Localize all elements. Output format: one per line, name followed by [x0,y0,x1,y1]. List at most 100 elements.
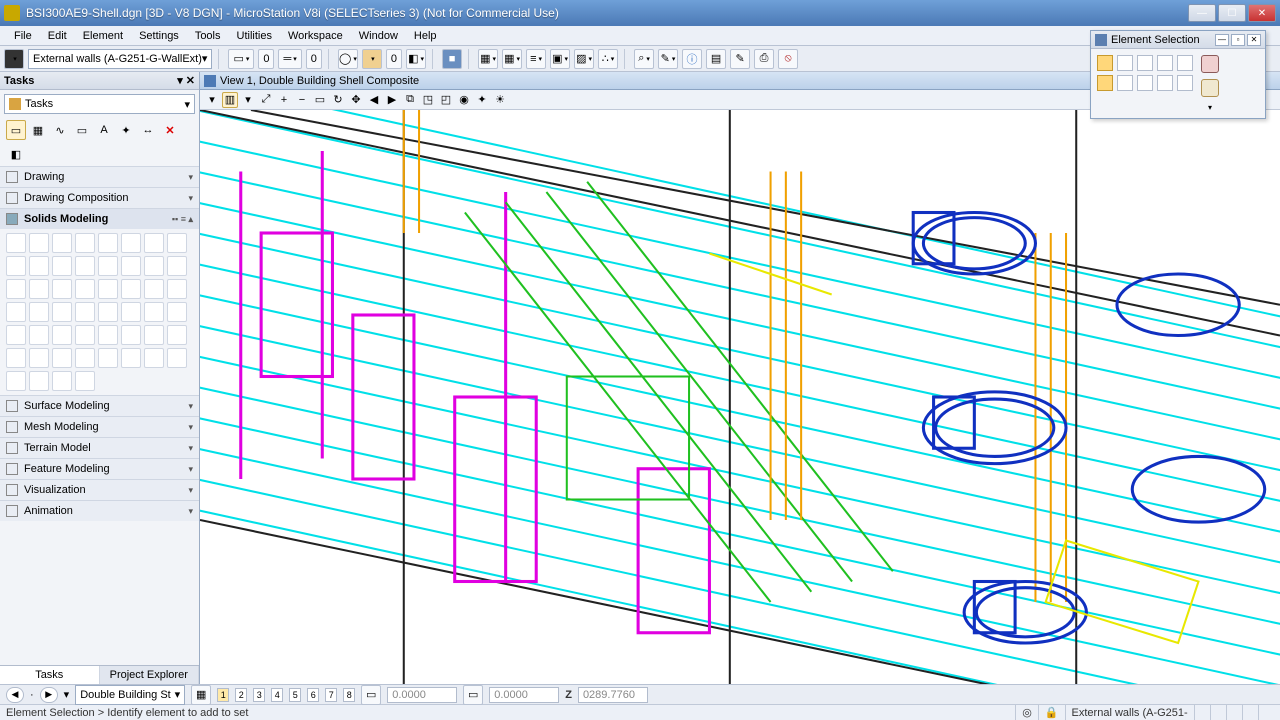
solid-tool-25[interactable] [6,302,26,322]
sel-expand-icon[interactable]: ▾ [1208,103,1212,112]
solid-tool-32[interactable] [167,302,187,322]
solid-tool-12[interactable] [75,256,95,276]
solid-tool-26[interactable] [29,302,49,322]
priority-value[interactable]: 0 [386,49,402,69]
raster-dd[interactable]: ▨ [574,49,594,69]
solid-tool-31[interactable] [144,302,164,322]
solid-tool-6[interactable] [121,233,141,253]
cat-animation[interactable]: Animation▾ [0,501,199,521]
solid-tool-37[interactable] [98,325,118,345]
view-1-button[interactable]: 1 [217,688,229,702]
solid-tool-34[interactable] [29,325,49,345]
print-icon[interactable]: ⎙ [754,49,774,69]
solid-tool-45[interactable] [98,348,118,368]
transparency-dd[interactable]: ◧ [406,49,426,69]
solid-tool-4[interactable] [75,233,95,253]
nav-back-button[interactable]: ◀ [6,687,24,703]
pointcloud-dd[interactable]: ∴ [598,49,618,69]
element-selection-panel[interactable]: Element Selection — ▫ ✕ ▾ [1090,30,1266,119]
place-block-tool[interactable]: ▭ [72,120,92,140]
move-tool[interactable]: ↔ [138,120,158,140]
sel-method-clear[interactable] [1177,75,1193,91]
solid-tool-30[interactable] [121,302,141,322]
solid-tool-48[interactable] [167,348,187,368]
menu-edit[interactable]: Edit [40,28,75,44]
view-previous-icon[interactable]: ◀ [366,92,382,108]
linestyle-dd[interactable]: ▭ [228,49,254,69]
level-combo[interactable]: External walls (A-G251-G-WallExt) ▾ [28,49,212,69]
solid-tool-11[interactable] [52,256,72,276]
solid-tool-42[interactable] [29,348,49,368]
menu-help[interactable]: Help [406,28,445,44]
priority-dd[interactable] [362,49,382,69]
solid-tool-5[interactable] [98,233,118,253]
rotate-view-icon[interactable]: ↻ [330,92,346,108]
solid-tool-46[interactable] [121,348,141,368]
status-snap-icon[interactable]: ◎ [1015,705,1038,720]
solid-tool-8[interactable] [167,233,187,253]
solid-tool-41[interactable] [6,348,26,368]
solid-tool-20[interactable] [75,279,95,299]
view-3-button[interactable]: 3 [253,688,265,702]
view-7-button[interactable]: 7 [325,688,337,702]
model-combo[interactable]: Double Building St▾ [75,685,185,705]
y-lock-icon[interactable]: ▭ [463,685,483,705]
y-field[interactable]: 0.0000 [489,687,559,703]
copy-view-icon[interactable]: ⧉ [402,92,418,108]
view-2-button[interactable]: 2 [235,688,247,702]
tasks-pin-icon[interactable]: ▾ ✕ [177,74,195,87]
cells-dd[interactable]: ▣ [550,49,570,69]
solid-tool-51[interactable] [52,371,72,391]
stop-icon[interactable]: ⦸ [778,49,798,69]
status-cell-2[interactable] [1210,705,1226,720]
markup-icon[interactable]: ✎ [730,49,750,69]
solid-tool-21[interactable] [98,279,118,299]
sel-method-new[interactable] [1097,75,1113,91]
view-brightness-icon[interactable]: ☀ [492,92,508,108]
solid-tool-3[interactable] [52,233,72,253]
render-icon[interactable]: ✦ [474,92,490,108]
clip-mask-icon[interactable]: ◰ [438,92,454,108]
place-text-tool[interactable]: A [94,120,114,140]
cat-solids[interactable]: Solids Modeling ▪▪ ≡ ▴ [0,209,199,229]
info-icon[interactable]: ⓘ [682,49,702,69]
sel-method-add[interactable] [1117,75,1133,91]
models-dd[interactable]: ▦ [478,49,498,69]
clip-volume-icon[interactable]: ◳ [420,92,436,108]
window-area-icon[interactable]: ▭ [312,92,328,108]
x-field[interactable]: 0.0000 [387,687,457,703]
sel-mode-circle[interactable] [1157,55,1173,71]
sel-mode-shape[interactable] [1137,55,1153,71]
status-cell-5[interactable] [1258,705,1274,720]
sel-method-subtract[interactable] [1137,75,1153,91]
solid-tool-39[interactable] [144,325,164,345]
pan-view-icon[interactable]: ✥ [348,92,364,108]
explorer-icon[interactable]: ▤ [706,49,726,69]
sel-mode-line[interactable] [1177,55,1193,71]
lock-icon[interactable]: ■ [442,49,462,69]
solid-tool-17[interactable] [6,279,26,299]
viewport[interactable] [200,110,1280,684]
menu-tools[interactable]: Tools [187,28,229,44]
status-level[interactable]: External walls (A-G251- [1065,705,1194,720]
cat-mesh[interactable]: Mesh Modeling▾ [0,417,199,437]
sel-mode-block[interactable] [1117,55,1133,71]
sel-mode-individual[interactable] [1097,55,1113,71]
solid-tool-52[interactable] [75,371,95,391]
class-dd[interactable]: ◯ [338,49,358,69]
attributes-tool[interactable]: ◧ [6,144,26,164]
solid-tool-47[interactable] [144,348,164,368]
status-locks-icon[interactable]: 🔒 [1038,705,1065,720]
solid-tool-10[interactable] [29,256,49,276]
levels-dd[interactable]: ≡ [526,49,546,69]
close-button[interactable]: ✕ [1248,4,1276,22]
cat-feature[interactable]: Feature Modeling▾ [0,459,199,479]
tab-tasks[interactable]: Tasks [0,666,100,684]
status-cell-3[interactable] [1226,705,1242,720]
panel-pin-button[interactable]: ▫ [1231,34,1245,46]
solid-tool-38[interactable] [121,325,141,345]
menu-workspace[interactable]: Workspace [280,28,351,44]
adjust-icon[interactable]: ▾ [240,92,256,108]
solid-tool-50[interactable] [29,371,49,391]
delete-tool[interactable]: ✕ [160,120,180,140]
